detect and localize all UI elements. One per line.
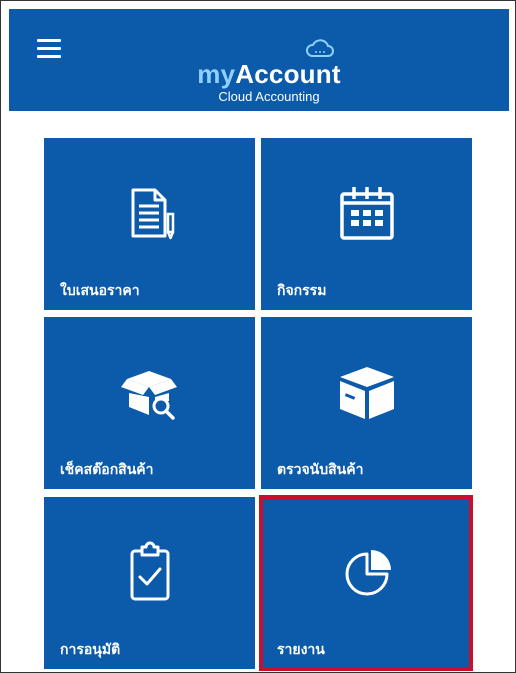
logo-suffix: Account [235,59,341,89]
tile-label-stock-check: เช็คสต๊อกสินค้า [60,461,154,477]
box-search-icon [120,371,177,420]
box-icon [339,367,394,419]
tile-report[interactable]: รายงาน [261,497,472,669]
document-edit-icon [131,188,174,240]
tile-activity[interactable]: กิจกรรม [261,138,472,310]
tile-approval[interactable]: การอนุมัติ [44,497,255,669]
tile-label-quotation: ใบเสนอราคา [60,282,140,298]
app-frame: myAccount Cloud Accounting ใบเสนอราคา กิ… [0,0,516,673]
app-header: myAccount Cloud Accounting [9,9,509,111]
cloud-icon [306,39,334,57]
tile-label-approval: การอนุมัติ [60,641,121,657]
logo-prefix: my [197,59,236,89]
tile-label-activity: กิจกรรม [277,282,327,298]
calendar-icon [339,187,394,240]
tile-label-report: รายงาน [277,641,325,657]
logo-title: myAccount [169,59,369,89]
tile-quotation[interactable]: ใบเสนอราคา [44,138,255,310]
tile-stock-check[interactable]: เช็คสต๊อกสินค้า [44,317,255,489]
tile-stock-count[interactable]: ตรวจนับสินค้า [261,317,472,489]
clipboard-check-icon [130,541,169,601]
pie-chart-icon [345,550,391,596]
hamburger-menu-icon[interactable] [37,39,69,63]
app-logo: myAccount Cloud Accounting [169,37,369,109]
logo-subtitle: Cloud Accounting [218,89,320,104]
tile-label-stock-count: ตรวจนับสินค้า [277,461,364,477]
